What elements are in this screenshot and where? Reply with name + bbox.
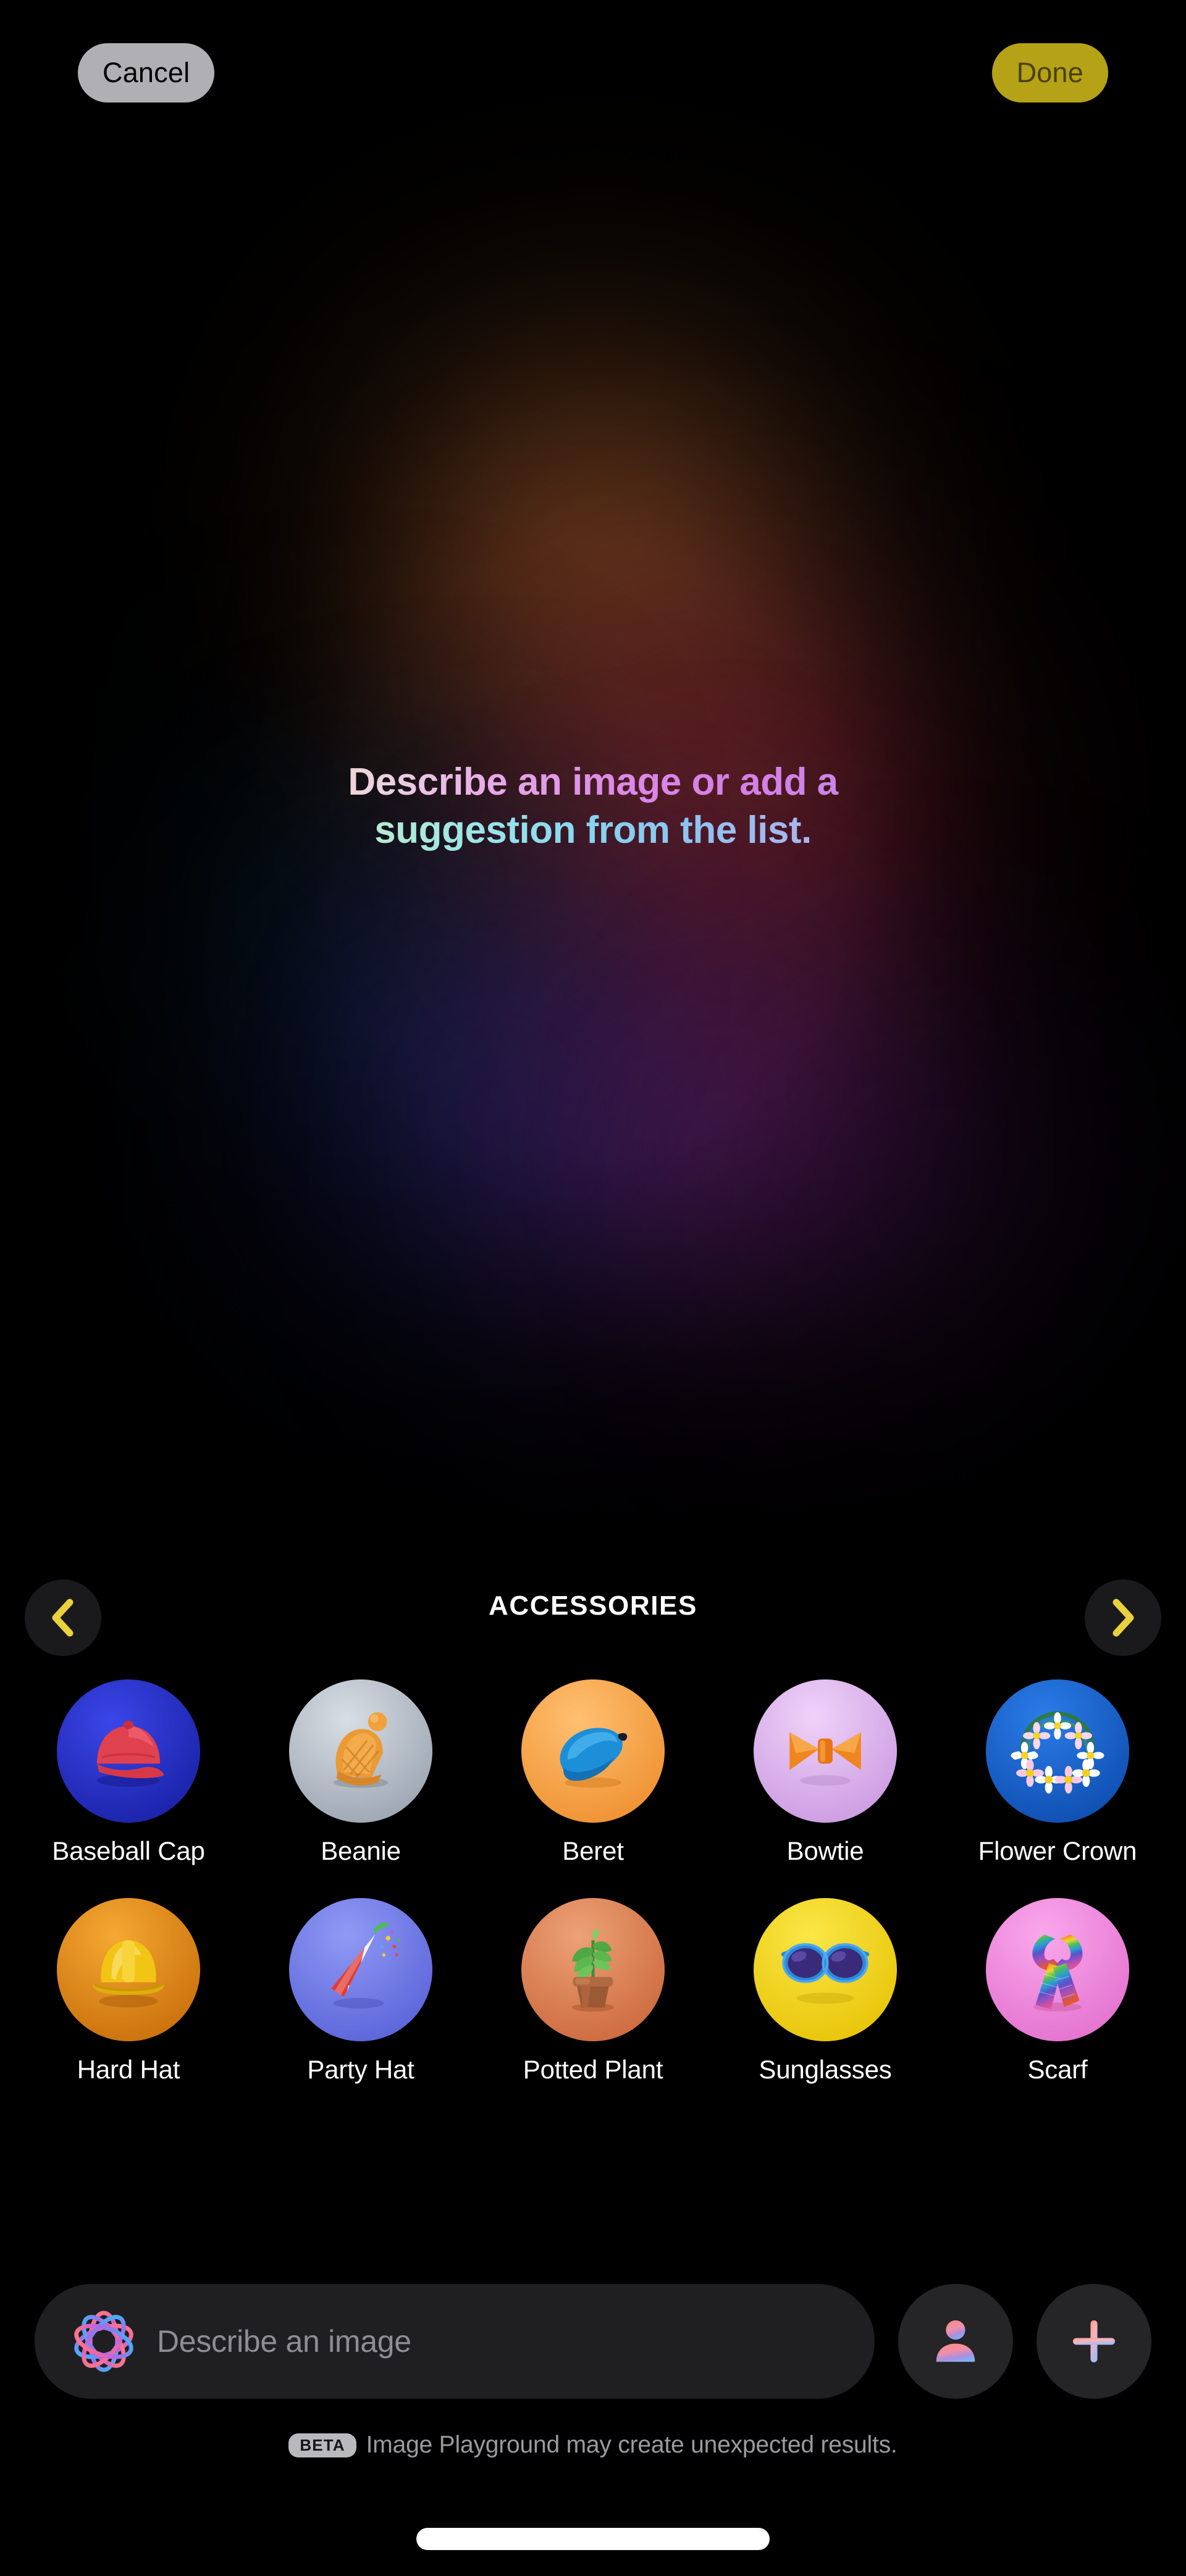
disclaimer-text: Image Playground may create unexpected r… (366, 2432, 898, 2458)
done-button[interactable]: Done (991, 43, 1108, 102)
describe-image-placeholder: Describe an image (157, 2324, 411, 2359)
accessory-label: Flower Crown (978, 1836, 1137, 1865)
plus-icon (1072, 2320, 1116, 2363)
accessory-label: Party Hat (307, 2055, 414, 2084)
vignette-overlay (0, 0, 1186, 2576)
accessory-thumbnail (57, 1679, 200, 1823)
accessory-item-potted-plant[interactable]: Potted Plant (477, 1898, 709, 2085)
accessory-label: Beret (562, 1836, 624, 1865)
accessory-label: Potted Plant (523, 2055, 663, 2084)
accessory-grid: Baseball Cap Beanie Beret Bowtie Flower … (0, 1679, 1186, 2085)
describe-image-input[interactable]: Describe an image (35, 2284, 875, 2399)
glow-blob-magenta (445, 914, 1001, 1371)
accessory-label: Sunglasses (759, 2055, 892, 2084)
accessory-label: Beanie (321, 1836, 401, 1865)
category-navigation: ACCESSORIES (0, 1568, 1186, 1667)
disclaimer-footer: BETA Image Playground may create unexpec… (0, 2432, 1186, 2459)
image-playground-screen: Cancel Done Describe an image or add a s… (0, 0, 1186, 2576)
baseball-cap-icon (97, 1720, 164, 1787)
beta-badge: BETA (288, 2433, 356, 2457)
accessory-item-beanie[interactable]: Beanie (245, 1679, 477, 1866)
hard-hat-icon (93, 1940, 164, 2008)
accessory-thumbnail (754, 1898, 897, 2041)
accessory-thumbnail (289, 1679, 432, 1823)
accessory-item-beret[interactable]: Beret (477, 1679, 709, 1866)
accessory-thumbnail (986, 1898, 1129, 2041)
glow-blob-violet (729, 1000, 1161, 1395)
accessory-thumbnail (57, 1898, 200, 2041)
cancel-button[interactable]: Cancel (78, 43, 215, 102)
beanie-icon (333, 1712, 389, 1788)
category-title: ACCESSORIES (489, 1591, 697, 1621)
accessory-item-bowtie[interactable]: Bowtie (709, 1679, 941, 1866)
accessory-thumbnail (289, 1898, 432, 2041)
home-indicator[interactable] (416, 2528, 770, 2550)
chevron-right-icon (1112, 1599, 1134, 1637)
accessory-thumbnail (754, 1679, 897, 1823)
glow-blob-blue (185, 852, 803, 1358)
bowtie-icon (789, 1732, 861, 1786)
sunglasses-icon (781, 1943, 870, 2004)
accessory-item-hard-hat[interactable]: Hard Hat (12, 1898, 245, 2085)
next-category-button[interactable] (1085, 1579, 1161, 1656)
apple-intelligence-icon (74, 2310, 133, 2372)
accessory-item-scarf[interactable]: Scarf (941, 1898, 1174, 2085)
accessory-item-party-hat[interactable]: Party Hat (245, 1898, 477, 2085)
potted-plant-icon (572, 1929, 614, 2012)
accessory-thumbnail (521, 1679, 665, 1823)
accessory-thumbnail (521, 1898, 665, 2041)
accessory-item-flower-crown[interactable]: Flower Crown (941, 1679, 1174, 1866)
glow-blob-warm (266, 284, 933, 766)
beret-icon (560, 1728, 628, 1788)
accessory-item-sunglasses[interactable]: Sunglasses (709, 1898, 941, 2085)
party-hat-icon (331, 1922, 400, 2009)
accessory-label: Baseball Cap (52, 1836, 205, 1865)
top-bar: Cancel Done (0, 0, 1186, 117)
add-person-button[interactable] (898, 2284, 1013, 2399)
accessory-label: Hard Hat (77, 2055, 180, 2084)
bottom-input-bar: Describe an image (0, 2280, 1186, 2403)
accessory-label: Bowtie (786, 1836, 864, 1865)
flower-crown-icon (1011, 1711, 1104, 1794)
ambient-glow-background (0, 0, 1186, 2576)
headline-prompt: Describe an image or add a suggestion fr… (0, 758, 1186, 855)
headline-line-1: Describe an image or add a (204, 758, 982, 806)
accessory-label: Scarf (1027, 2055, 1088, 2084)
accessory-item-baseball-cap[interactable]: Baseball Cap (12, 1679, 245, 1866)
person-icon (936, 2320, 975, 2362)
accessory-thumbnail (986, 1679, 1129, 1823)
scarf-icon (1032, 1934, 1083, 2012)
add-concept-button[interactable] (1037, 2284, 1151, 2399)
headline-line-2: suggestion from the list. (204, 806, 982, 855)
